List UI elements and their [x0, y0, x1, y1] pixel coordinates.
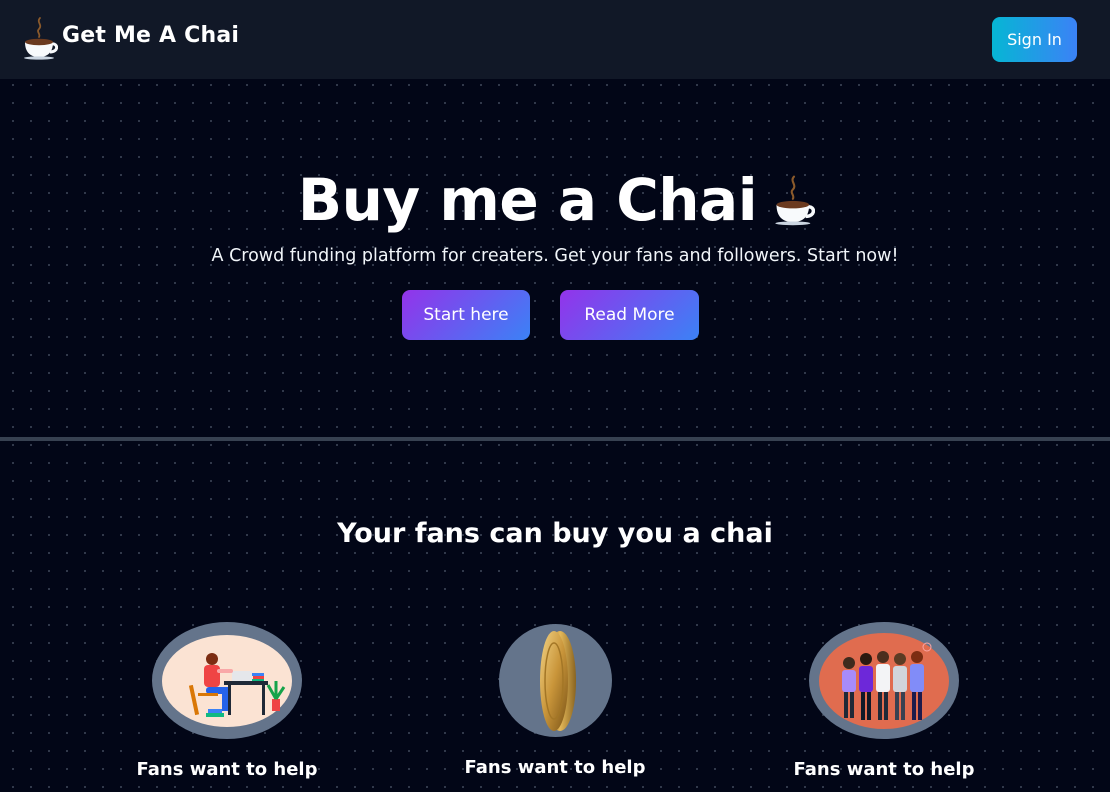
hero-subtitle: A Crowd funding platform for creaters. G…	[211, 246, 899, 266]
feature-label: Fans want to help	[136, 759, 318, 780]
hero-title-row: Buy me a Chai	[0, 160, 1110, 240]
sign-in-button[interactable]: Sign In	[992, 17, 1077, 62]
navbar: Get Me A Chai Sign In	[0, 0, 1110, 79]
features-title: Your fans can buy you a chai	[337, 518, 773, 549]
section-divider	[0, 437, 1110, 441]
brand-title: Get Me A Chai	[62, 23, 240, 48]
group-of-people-illustration	[809, 622, 959, 739]
feature-label: Fans want to help	[793, 759, 975, 780]
feature-label: Fans want to help	[464, 757, 646, 778]
tea-cup-icon	[24, 17, 58, 60]
brand-logo[interactable]: Get Me A Chai	[22, 14, 239, 60]
read-more-button[interactable]: Read More	[560, 290, 699, 340]
person-working-illustration	[152, 622, 302, 739]
tea-cup-icon	[775, 175, 816, 226]
start-here-button[interactable]: Start here	[402, 290, 530, 340]
gold-coin-icon	[499, 624, 612, 737]
hero-title: Buy me a Chai	[297, 166, 758, 234]
